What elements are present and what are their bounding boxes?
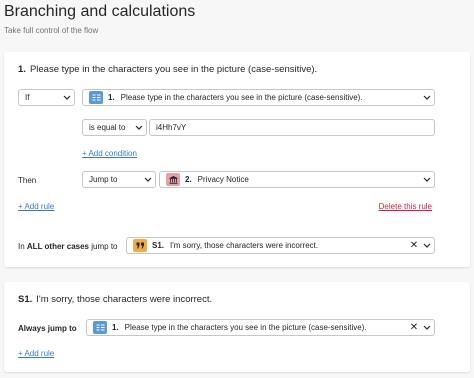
value-input[interactable]: i4Hh7vY xyxy=(149,119,435,136)
other-cases-prefix: In xyxy=(18,242,25,251)
chevron-down-icon xyxy=(141,172,155,187)
always-jump-target-select[interactable]: 1. Please type in the characters you see… xyxy=(86,319,435,336)
chevron-down-icon xyxy=(420,90,434,105)
if-field-text: Please type in the characters you see in… xyxy=(120,93,363,102)
if-label: If xyxy=(25,93,30,102)
add-rule-link[interactable]: + Add rule xyxy=(18,202,54,211)
jump-target-text: Privacy Notice xyxy=(197,175,249,184)
chevron-down-icon xyxy=(132,120,146,135)
if-select[interactable]: If xyxy=(18,89,75,106)
if-field-number: 1. xyxy=(108,93,115,102)
jump-target-select[interactable]: 2. Privacy Notice xyxy=(159,171,435,188)
operator-label: is equal to xyxy=(89,123,126,132)
then-label: Then xyxy=(18,176,37,185)
question-number: 1. xyxy=(18,64,26,75)
always-jump-label: Always jump to xyxy=(18,324,77,333)
page-subtitle: Take full control of the flow xyxy=(4,26,99,35)
if-field-select[interactable]: 1. Please type in the characters you see… xyxy=(82,89,435,106)
other-cases-bold: ALL other cases xyxy=(26,242,90,251)
statement-text: I'm sorry, those characters were incorre… xyxy=(36,294,213,305)
question-text: Please type in the characters you see in… xyxy=(29,64,318,75)
action-select[interactable]: Jump to xyxy=(82,171,156,188)
jump-target-number: 2. xyxy=(185,175,192,184)
other-target-text: I'm sorry, those characters were incorre… xyxy=(170,241,319,250)
statement-number: S1. xyxy=(18,294,33,305)
chevron-down-icon xyxy=(420,238,434,253)
always-target-text: Please type in the characters you see in… xyxy=(124,323,367,332)
chevron-down-icon xyxy=(420,172,434,187)
clear-icon[interactable]: ✕ xyxy=(408,238,420,253)
other-cases-suffix: jump to xyxy=(91,242,118,251)
rule-card: 1. Please type in the characters you see … xyxy=(4,52,470,267)
text-input-icon xyxy=(93,321,107,334)
page-title: Branching and calculations xyxy=(4,3,196,20)
statement-icon xyxy=(166,173,180,186)
add-rule-link[interactable]: + Add rule xyxy=(18,349,54,358)
question-heading: 1. Please type in the characters you see … xyxy=(18,64,317,75)
text-input-icon xyxy=(89,91,103,104)
other-cases-label: In ALL other cases jump to xyxy=(18,242,117,251)
delete-rule-link[interactable]: Delete this rule xyxy=(379,202,432,211)
statement-card: S1. I'm sorry, those characters were inco… xyxy=(4,282,470,372)
operator-select[interactable]: is equal to xyxy=(82,119,147,136)
action-label: Jump to xyxy=(89,175,118,184)
statement-heading: S1. I'm sorry, those characters were inco… xyxy=(18,294,212,305)
chevron-down-icon xyxy=(60,90,74,105)
clear-icon[interactable]: ✕ xyxy=(408,320,420,335)
always-target-number: 1. xyxy=(112,323,119,332)
quote-icon xyxy=(133,239,147,252)
other-target-number: S1. xyxy=(152,241,165,250)
other-cases-target-select[interactable]: S1. I'm sorry, those characters were inc… xyxy=(126,237,435,254)
add-condition-link[interactable]: + Add condition xyxy=(82,149,137,158)
chevron-down-icon xyxy=(420,320,434,335)
